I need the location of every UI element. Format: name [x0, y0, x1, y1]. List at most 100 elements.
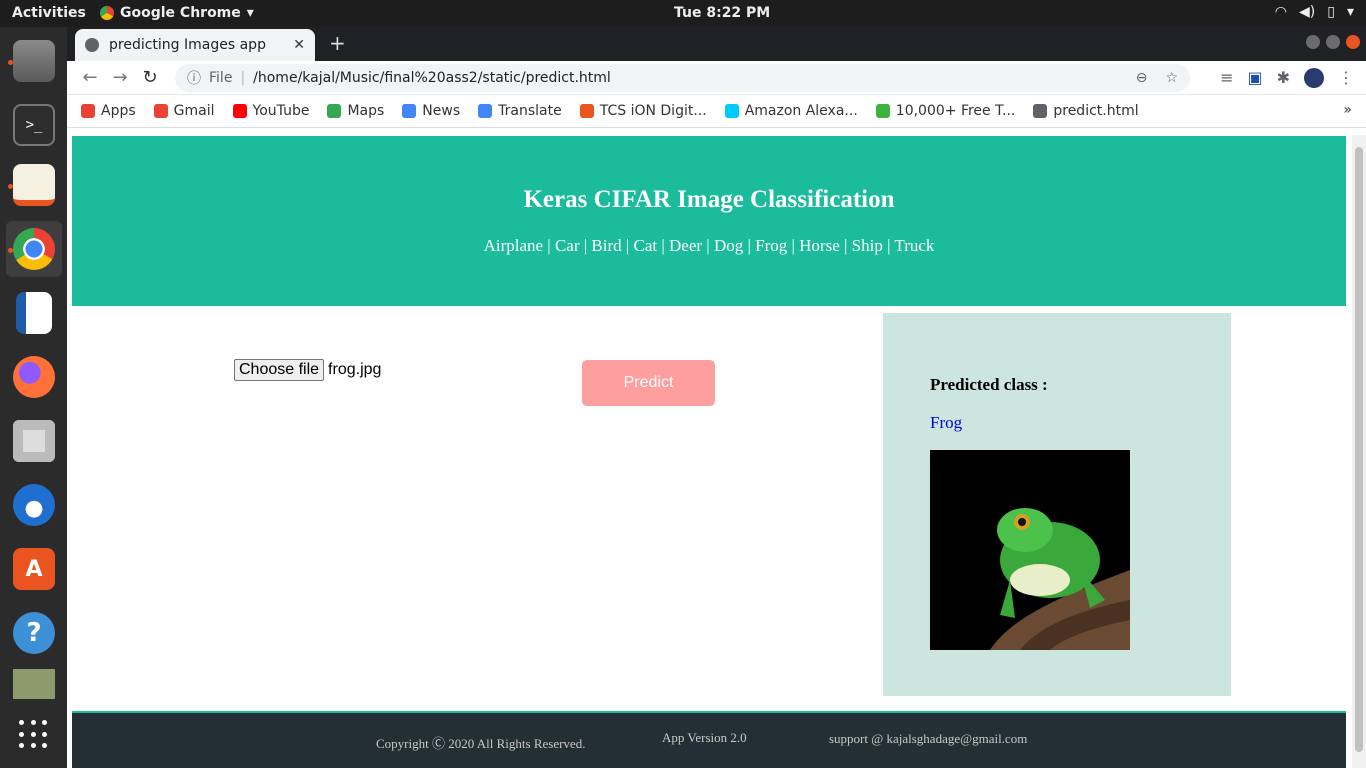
battery-icon: ▯ — [1327, 4, 1335, 20]
page-title: Keras CIFAR Image Classification — [523, 186, 895, 213]
reload-button[interactable]: ↻ — [135, 67, 165, 88]
bookmark-item[interactable]: YouTube — [232, 103, 310, 119]
tab-strip: predicting Images app ✕ + — [67, 27, 1366, 61]
activities-button[interactable]: Activities — [12, 5, 86, 21]
close-icon[interactable]: ✕ — [293, 37, 305, 53]
photos-icon — [13, 669, 55, 699]
browser-toolbar: ← → ↻ ⓘ File | /home/kajal/Music/final%2… — [67, 61, 1366, 95]
bookmark-favicon-icon — [875, 104, 890, 118]
terminal-icon: >_ — [13, 104, 55, 146]
cast-icon[interactable]: ▣ — [1247, 68, 1262, 88]
grid-icon — [19, 720, 49, 750]
bookmark-favicon-icon — [327, 104, 342, 118]
show-applications-button[interactable] — [6, 707, 62, 763]
tab-predict[interactable]: predicting Images app ✕ — [75, 29, 315, 61]
bookmark-favicon-icon — [153, 104, 168, 118]
bookmark-label: YouTube — [252, 103, 310, 119]
bookmark-label: Maps — [347, 103, 385, 119]
url-text: /home/kajal/Music/final%20ass2/static/pr… — [253, 70, 611, 86]
bookmark-favicon-icon — [402, 104, 417, 118]
new-tab-button[interactable]: + — [329, 31, 346, 55]
help-icon: ? — [13, 612, 55, 654]
writer-icon — [16, 292, 52, 334]
dock-writer[interactable] — [6, 285, 62, 341]
file-input[interactable]: Choose file frog.jpg — [234, 359, 381, 381]
predict-button[interactable]: Predict — [582, 360, 715, 406]
system-tray[interactable]: ◠ ◀) ▯ ▾ — [1275, 4, 1354, 20]
bookmark-item[interactable]: Apps — [81, 103, 136, 119]
footer-version: App Version 2.0 — [662, 730, 747, 745]
close-window-button[interactable] — [1346, 35, 1360, 49]
puzzle-icon[interactable]: ✱ — [1277, 68, 1290, 88]
bookmark-favicon-icon — [81, 104, 95, 118]
app-menu[interactable]: Google Chrome ▾ — [100, 5, 254, 21]
dock-help[interactable]: ? — [6, 605, 62, 661]
dock-firefox[interactable] — [6, 349, 62, 405]
uploaded-image — [930, 450, 1130, 650]
chevron-down-icon: ▾ — [246, 5, 254, 21]
maximize-button[interactable] — [1326, 35, 1340, 49]
bookmark-label: Gmail — [173, 103, 215, 119]
kebab-menu-icon[interactable]: ⋮ — [1338, 68, 1354, 88]
footer-copyright: Copyright Ⓒ 2020 All Rights Reserved. — [376, 736, 586, 751]
thunderbird-icon — [13, 484, 55, 526]
running-indicator — [8, 60, 13, 65]
volume-icon: ◀) — [1299, 4, 1316, 20]
class-list: Airplane | Car | Bird | Cat | Deer | Dog… — [483, 236, 935, 255]
bookmark-item[interactable]: News — [402, 103, 460, 119]
bookmark-label: News — [422, 103, 461, 119]
bookmark-item[interactable]: 10,000+ Free T... — [875, 103, 1015, 119]
bookmark-label: predict.html — [1053, 103, 1139, 119]
scrollbar-thumb[interactable] — [1355, 147, 1363, 752]
globe-icon — [85, 38, 99, 52]
dock-text-editor[interactable] — [6, 157, 62, 213]
url-separator: | — [240, 70, 246, 86]
predicted-class-value: Frog — [930, 413, 963, 432]
files-icon — [13, 40, 55, 82]
bookmark-item[interactable]: Amazon Alexa... — [724, 103, 858, 119]
zoom-icon[interactable]: ⊖ — [1136, 70, 1148, 86]
wifi-icon: ◠ — [1274, 4, 1288, 20]
chosen-file-name: frog.jpg — [328, 361, 382, 378]
footer: Copyright Ⓒ 2020 All Rights Reserved. Ap… — [72, 711, 1346, 768]
chrome-icon — [13, 228, 55, 270]
dock-files[interactable] — [6, 33, 62, 89]
choose-file-button[interactable]: Choose file — [234, 359, 325, 381]
dock-photos[interactable] — [6, 669, 62, 699]
address-bar[interactable]: ⓘ File | /home/kajal/Music/final%20ass2/… — [175, 64, 1190, 92]
bookmarks-overflow-icon[interactable]: » — [1343, 102, 1352, 118]
running-indicator — [8, 184, 13, 189]
dock-software[interactable]: A — [6, 541, 62, 597]
dock-chrome[interactable] — [6, 221, 62, 277]
bookmark-item[interactable]: predict.html — [1033, 103, 1139, 119]
minimize-button[interactable] — [1306, 35, 1320, 49]
bookmark-favicon-icon — [232, 104, 247, 118]
url-scheme: File — [209, 70, 233, 86]
dock-rhythmbox[interactable] — [6, 413, 62, 469]
reading-list-icon[interactable]: ≡ — [1220, 68, 1233, 88]
avatar[interactable] — [1304, 68, 1324, 88]
bookmark-item[interactable]: TCS iON Digit... — [579, 103, 707, 119]
forward-button[interactable]: → — [105, 67, 135, 88]
bookmark-item[interactable]: Translate — [478, 103, 562, 119]
star-icon[interactable]: ☆ — [1165, 70, 1178, 86]
scrollbar[interactable] — [1352, 135, 1366, 768]
clock[interactable]: Tue 8:22 PM — [674, 5, 770, 21]
omnibox-actions: ⊖ ☆ — [1136, 70, 1178, 86]
chrome-icon — [100, 6, 114, 20]
browser-window: predicting Images app ✕ + ← → ↻ ⓘ File |… — [67, 27, 1366, 768]
footer-support[interactable]: support @ kajalsghadage@gmail.com — [829, 731, 1027, 747]
result-panel: Predicted class : Frog — [883, 313, 1231, 696]
chevron-down-icon: ▾ — [1346, 4, 1354, 20]
info-icon: ⓘ — [187, 71, 201, 87]
bookmark-label: Amazon Alexa... — [744, 103, 858, 119]
frog-photo-icon — [930, 450, 1130, 650]
predicted-class-label: Predicted class : — [930, 375, 1048, 394]
back-button[interactable]: ← — [75, 67, 105, 88]
hero-banner: Keras CIFAR Image Classification Airplan… — [72, 136, 1346, 306]
bookmark-item[interactable]: Maps — [327, 103, 384, 119]
dock-thunderbird[interactable] — [6, 477, 62, 533]
bookmark-item[interactable]: Gmail — [153, 103, 215, 119]
bookmarks-bar: Apps Gmail YouTube Maps News Translate TCS iON… — [67, 95, 1366, 128]
dock-terminal[interactable]: >_ — [6, 97, 62, 153]
